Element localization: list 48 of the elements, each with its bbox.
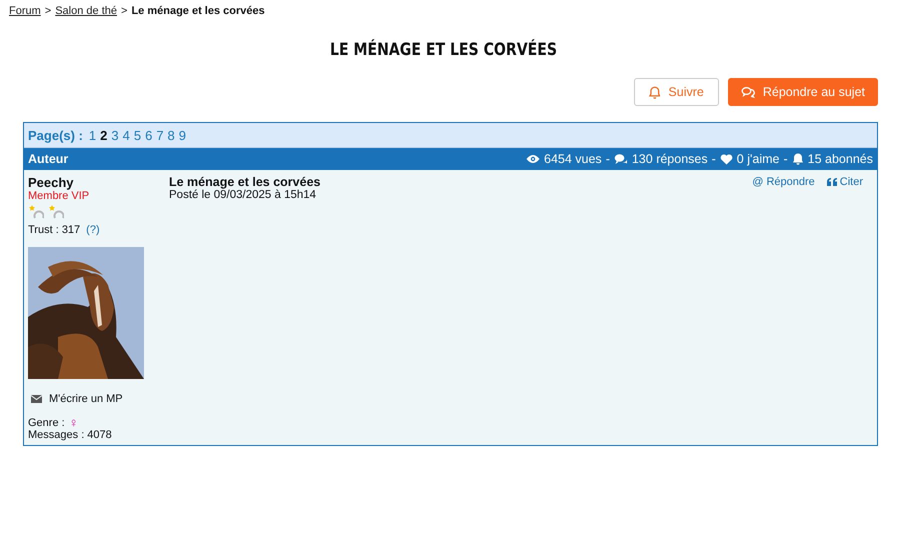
topic-stat: 15 abonnés	[808, 152, 873, 166]
page-link[interactable]: 6	[145, 128, 152, 142]
post-title: Le ménage et les corvées	[169, 175, 320, 189]
breadcrumb-current: Le ménage et les corvées	[131, 5, 265, 17]
eye-icon	[526, 154, 540, 164]
mention-reply-link[interactable]: @ Répondre	[752, 175, 815, 189]
follow-button[interactable]: Suivre	[634, 78, 719, 106]
topic-stat: 130 réponses	[632, 152, 708, 166]
private-message-link[interactable]: M'écrire un MP	[31, 393, 123, 405]
breadcrumb-link[interactable]: Salon de thé	[55, 5, 117, 17]
reply-button[interactable]: Répondre au sujet	[728, 78, 878, 106]
bell-icon	[792, 153, 804, 165]
page-link[interactable]: 9	[178, 128, 186, 142]
gender-label: Genre :	[28, 417, 65, 429]
breadcrumb-separator: >	[44, 5, 52, 17]
pagination-label: Page(s) :	[28, 128, 83, 142]
topic-stat: 6454 vues	[544, 152, 602, 166]
page-link[interactable]: 1	[88, 128, 96, 142]
page-link[interactable]: 8	[168, 128, 175, 142]
heart-icon	[720, 154, 733, 164]
breadcrumb-link[interactable]: Forum	[9, 5, 41, 17]
page-link[interactable]: 4	[122, 128, 130, 142]
page-link[interactable]: 7	[156, 128, 164, 142]
message-count: Messages : 4078	[28, 429, 112, 441]
bell-icon	[648, 86, 660, 98]
topic-title: LE MÉNAGE ET LES CORVÉES	[329, 40, 558, 60]
quote-icon	[826, 178, 837, 186]
topic-stat: 0 j'aime	[736, 152, 780, 166]
page-link[interactable]: 2	[100, 128, 108, 142]
stats-separator: -	[606, 152, 610, 166]
quote-link[interactable]: Citer	[826, 175, 863, 189]
author-rank: Membre VIP	[28, 190, 90, 202]
gender-symbol: ♀	[68, 417, 78, 429]
envelope-icon	[31, 395, 42, 403]
chat-icon	[740, 86, 755, 98]
chat-icon	[614, 153, 628, 165]
page-link[interactable]: 5	[134, 128, 142, 142]
author-name[interactable]: Peechy	[28, 175, 74, 190]
breadcrumb-separator: >	[121, 5, 128, 17]
stats-separator: -	[783, 152, 788, 166]
author-column-label: Auteur	[28, 152, 68, 166]
trust-score: Trust : 317	[28, 224, 80, 236]
rank-medal-icon	[48, 204, 64, 220]
rank-medal-icon	[28, 204, 44, 220]
page-link[interactable]: 3	[111, 128, 119, 142]
stats-separator: -	[712, 152, 716, 166]
post-date: Posté le 09/03/2025 à 15h14	[169, 189, 318, 201]
trust-help-link[interactable]: (?)	[86, 224, 100, 236]
